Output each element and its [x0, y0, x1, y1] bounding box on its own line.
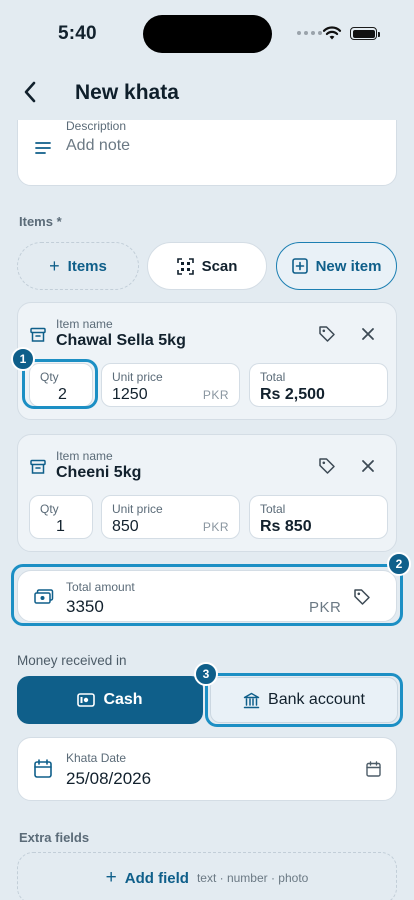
cash-option-label: Cash: [103, 691, 143, 708]
qty-value: 2: [58, 386, 67, 403]
item-card: Item name Cheeni 5kg Qty 1 Unit price 85…: [17, 434, 397, 552]
unit-price-field[interactable]: Unit price 1250 PKR: [101, 363, 240, 407]
khata-date-field[interactable]: Khata Date 25/08/2026: [17, 737, 397, 801]
calendar-icon: [34, 759, 52, 778]
add-items-button[interactable]: + Items: [17, 242, 139, 290]
money-received-label: Money received in: [17, 653, 127, 668]
status-bar: 5:40: [0, 0, 414, 68]
new-item-label: New item: [315, 257, 382, 275]
khata-date-value: 25/08/2026: [66, 769, 152, 788]
add-field-hint: text · number · photo: [196, 871, 309, 885]
calendar-picker-icon[interactable]: [366, 761, 381, 777]
total-amount-field[interactable]: Total amount 3350 PKR: [17, 570, 397, 622]
description-label: Description: [66, 119, 127, 133]
bank-account-label: Bank account: [268, 691, 365, 708]
bank-icon: [243, 692, 260, 708]
plus-square-icon: [291, 258, 308, 274]
qty-field[interactable]: Qty 1: [29, 495, 93, 539]
add-field-button[interactable]: + Add field text · number · photo: [17, 852, 397, 900]
annotation-badge-3: 3: [194, 662, 218, 686]
total-value: Rs 850: [260, 518, 312, 535]
unit-price-value: 1250: [112, 386, 148, 403]
total-field: Total Rs 850: [249, 495, 388, 539]
bank-account-option[interactable]: Bank account: [210, 677, 398, 723]
currency-label: PKR: [202, 388, 229, 402]
cash-option[interactable]: Cash: [17, 676, 203, 724]
plus-icon: +: [49, 255, 60, 276]
back-button[interactable]: [16, 78, 44, 106]
status-time: 5:40: [58, 23, 97, 44]
annotation-badge-2: 2: [387, 552, 411, 576]
annotation-badge-1: 1: [11, 347, 35, 371]
wifi-icon: [322, 26, 342, 40]
box-icon: [30, 459, 46, 474]
tag-icon[interactable]: [353, 588, 371, 606]
unit-price-value: 850: [112, 518, 139, 535]
total-amount-currency: PKR: [309, 599, 342, 616]
dynamic-island: [143, 15, 272, 53]
unit-price-label: Unit price: [112, 370, 163, 384]
item-name-label: Item name: [56, 449, 113, 463]
item-name[interactable]: Chawal Sella 5kg: [56, 332, 186, 350]
box-icon: [30, 327, 46, 342]
item-name[interactable]: Cheeni 5kg: [56, 464, 141, 482]
notes-icon: [35, 142, 51, 154]
tag-icon[interactable]: [318, 457, 336, 475]
close-icon[interactable]: [361, 327, 375, 341]
tag-icon[interactable]: [318, 325, 336, 343]
app-header: New khata: [0, 68, 414, 120]
qty-value: 1: [56, 518, 65, 535]
scan-label: Scan: [201, 257, 238, 275]
new-item-button[interactable]: New item: [276, 242, 397, 290]
battery-icon: [350, 27, 380, 40]
total-label: Total: [260, 370, 286, 384]
total-label: Total: [260, 502, 286, 516]
chevron-left-icon: [24, 81, 36, 103]
total-amount-value: 3350: [66, 597, 104, 616]
cash-icon: [34, 589, 54, 604]
scan-button[interactable]: Scan: [147, 242, 267, 290]
add-field-label: Add field: [124, 869, 189, 887]
extra-fields-label: Extra fields: [19, 830, 90, 845]
page-title: New khata: [75, 81, 179, 104]
total-value: Rs 2,500: [260, 386, 325, 403]
total-amount-label: Total amount: [66, 580, 135, 594]
qr-scan-icon: [176, 257, 194, 275]
total-field: Total Rs 2,500: [249, 363, 388, 407]
currency-label: PKR: [202, 520, 229, 534]
qty-label: Qty: [40, 370, 59, 384]
khata-date-label: Khata Date: [66, 751, 127, 765]
qty-label: Qty: [40, 502, 59, 516]
qty-field[interactable]: Qty 2: [29, 363, 93, 407]
cash-icon: [77, 693, 96, 707]
item-card: Item name Chawal Sella 5kg Qty 2 Unit pr…: [17, 302, 397, 420]
item-name-label: Item name: [56, 317, 113, 331]
unit-price-label: Unit price: [112, 502, 163, 516]
signal-icon: [297, 31, 322, 35]
unit-price-field[interactable]: Unit price 850 PKR: [101, 495, 240, 539]
close-icon[interactable]: [361, 459, 375, 473]
description-input[interactable]: Add note: [66, 137, 130, 155]
items-section-label: Items *: [19, 214, 62, 229]
add-items-label: Items: [67, 257, 107, 275]
plus-icon: +: [105, 867, 117, 888]
